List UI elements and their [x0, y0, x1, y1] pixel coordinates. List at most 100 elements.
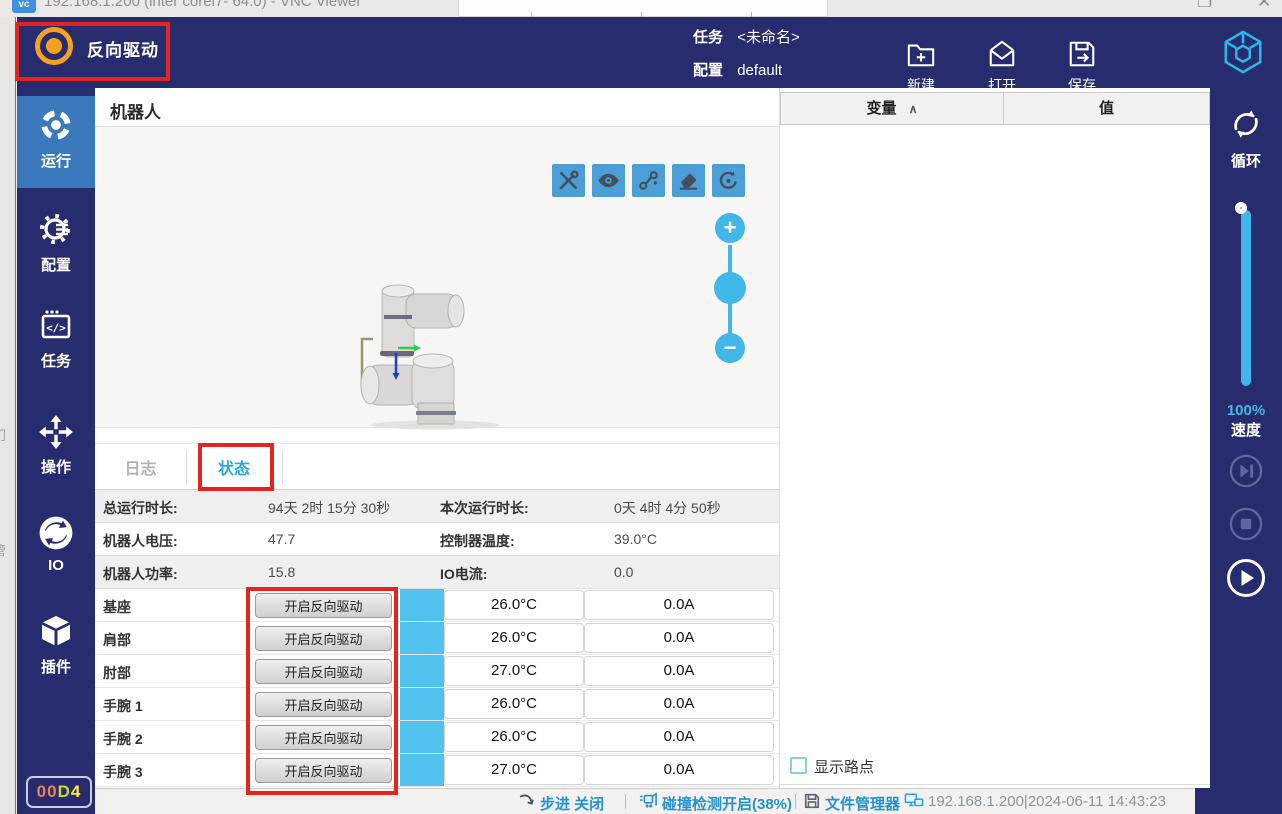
joint-temperature: 26.0°C	[444, 722, 584, 752]
view-tools-button[interactable]	[552, 164, 585, 197]
sidebar-item-plugin[interactable]: 插件	[17, 602, 95, 694]
speed-slider-handle[interactable]	[1235, 202, 1247, 214]
stat-value: 47.7	[268, 531, 295, 547]
cube-icon	[39, 614, 73, 651]
collision-detect-status[interactable]: 碰撞检测开启(38%)	[662, 793, 792, 814]
table-row: 总运行时长: 94天 2时 15分 30秒 本次运行时长: 0天 4时 4分 5…	[95, 490, 779, 523]
network-connection-icon	[904, 792, 924, 810]
stat-label: 机器人电压:	[103, 531, 178, 551]
play-button[interactable]	[1226, 558, 1266, 598]
sidebar-item-task[interactable]: </> 任务	[17, 296, 95, 388]
joint-load-bar	[400, 688, 444, 720]
vnc-toolbar-tab[interactable]	[458, 0, 828, 17]
app-header: 反向驱动 任务 <未命名> 配置 default 新建 打开	[17, 17, 1282, 88]
sidebar-item-config[interactable]: 配置	[17, 200, 95, 292]
log-status-tabbar: 日志 状态	[95, 443, 779, 490]
variables-panel: 变量 ∧ 值 显示路点	[780, 88, 1210, 788]
save-task-button[interactable]: 保存	[1050, 39, 1114, 95]
edge-glyph: 门	[0, 425, 6, 444]
config-label: 配置	[693, 62, 723, 79]
play-icon	[1226, 558, 1266, 598]
badge-digits: D	[58, 782, 71, 801]
value-header-label: 值	[1099, 100, 1114, 117]
svg-text:</>: </>	[46, 322, 66, 335]
step-mode-icon	[518, 792, 536, 810]
loop-button[interactable]	[1227, 105, 1265, 143]
badge-digits: 00	[37, 782, 58, 801]
view-visibility-button[interactable]	[592, 164, 625, 197]
sidebar-item-label: 配置	[17, 254, 95, 275]
new-task-button[interactable]: 新建	[889, 39, 953, 95]
joint-name: 手腕 2	[103, 729, 143, 749]
maximize-button[interactable]: ❐	[1197, 0, 1212, 12]
zoom-slider-handle[interactable]	[714, 272, 746, 304]
view-reset-rotate-button[interactable]	[712, 164, 745, 197]
joint-current: 0.0A	[584, 590, 774, 620]
stop-button[interactable]	[1229, 507, 1263, 541]
zoom-in-button[interactable]: +	[715, 213, 745, 243]
joint-load-bar	[400, 655, 444, 687]
gear-icon	[39, 212, 73, 249]
show-waypoints-checkbox[interactable]	[790, 757, 807, 774]
task-row: 任务 <未命名>	[693, 26, 800, 47]
zoom-out-button[interactable]: −	[715, 333, 745, 363]
loop-label: 循环	[1210, 150, 1282, 171]
sidebar-item-io[interactable]: IO	[17, 503, 95, 595]
enable-reverse-drive-button[interactable]: 开启反向驱动	[255, 758, 392, 783]
joint-temperature: 27.0°C	[444, 656, 584, 686]
sidebar-item-operate[interactable]: 操作	[17, 402, 95, 494]
stat-label: 控制器温度:	[440, 531, 515, 551]
variables-column-header[interactable]: 变量 ∧	[780, 92, 1004, 125]
joint-current: 0.0A	[584, 755, 774, 785]
run-target-icon	[39, 108, 73, 145]
vnc-window-title: 192.168.1.200 (inter corei7- 64.0) - VNC…	[44, 0, 361, 10]
robot-3d-viewport[interactable]: + −	[95, 126, 779, 428]
sidebar-item-label: 操作	[17, 456, 95, 477]
sort-caret-icon: ∧	[909, 102, 918, 116]
view-path-button[interactable]	[632, 164, 665, 197]
badge-digits: 4	[71, 782, 81, 801]
joint-load-bar	[400, 589, 444, 621]
tab-divider	[282, 450, 283, 484]
tab-status[interactable]: 状态	[187, 444, 281, 490]
step-mode-status[interactable]: 步进 关闭	[540, 793, 604, 814]
speed-slider-track[interactable]	[1241, 210, 1251, 386]
vnc-app-icon: vc	[12, 0, 36, 13]
file-manager-link[interactable]: 文件管理器	[825, 793, 900, 814]
variables-header-label: 变量	[867, 100, 897, 117]
enable-reverse-drive-button[interactable]: 开启反向驱动	[255, 626, 392, 651]
config-row: 配置 default	[693, 59, 782, 80]
vnc-viewer-window: vc 192.168.1.200 (inter corei7- 64.0) - …	[0, 0, 1282, 814]
reverse-drive-label: 反向驱动	[87, 36, 159, 61]
joint-current: 0.0A	[584, 656, 774, 686]
stat-label: IO电流:	[440, 564, 487, 584]
enable-reverse-drive-button[interactable]: 开启反向驱动	[255, 725, 392, 750]
variables-list-empty	[781, 125, 1209, 755]
speed-percent: 100%	[1210, 402, 1282, 419]
task-label: 任务	[693, 29, 723, 46]
step-forward-button[interactable]	[1229, 454, 1263, 488]
show-waypoints-label: 显示路点	[814, 756, 874, 777]
code-window-icon: </>	[39, 308, 73, 345]
close-button[interactable]: ✕	[1257, 0, 1271, 12]
value-column-header[interactable]: 值	[1003, 92, 1210, 125]
open-task-button[interactable]: 打开	[970, 39, 1034, 95]
move-arrows-icon	[38, 414, 74, 453]
status-bar: 步进 关闭 碰撞检测开启(38%) 文件管理器 192.168.1.200|20…	[95, 788, 1195, 814]
vnc-titlebar: vc 192.168.1.200 (inter corei7- 64.0) - …	[0, 0, 1282, 17]
view-eraser-button[interactable]	[672, 164, 705, 197]
table-row: 肘部 开启反向驱动 27.0°C 0.0A	[95, 655, 779, 688]
stat-label: 机器人功率:	[103, 564, 178, 584]
table-row: 手腕 3 开启反向驱动 27.0°C 0.0A	[95, 754, 779, 787]
sidebar-item-run[interactable]: 运行	[17, 96, 95, 188]
enable-reverse-drive-button[interactable]: 开启反向驱动	[255, 593, 392, 618]
enable-reverse-drive-button[interactable]: 开启反向驱动	[255, 659, 392, 684]
rotate-icon	[717, 169, 740, 192]
joint-name: 基座	[103, 597, 131, 617]
enable-reverse-drive-button[interactable]: 开启反向驱动	[255, 692, 392, 717]
tab-log[interactable]: 日志	[95, 444, 186, 490]
stat-value: 39.0°C	[614, 531, 657, 547]
page-title: 机器人	[110, 98, 161, 123]
reverse-drive-button[interactable]: 反向驱动	[25, 27, 175, 77]
sidebar-item-label: 运行	[17, 150, 95, 171]
